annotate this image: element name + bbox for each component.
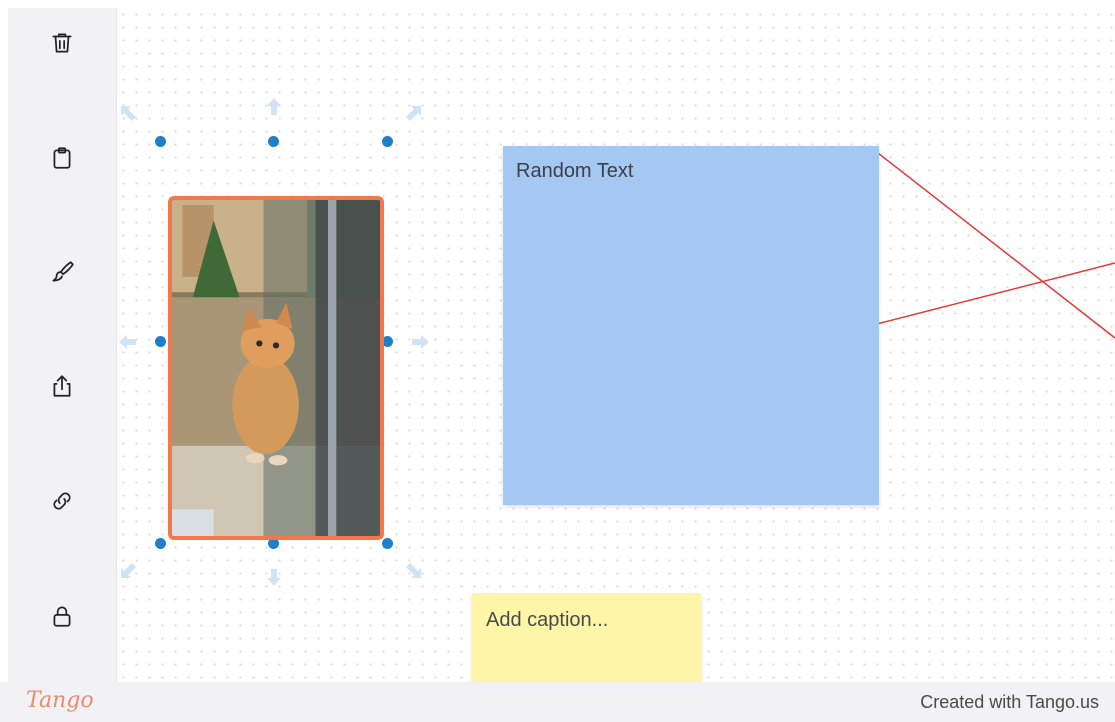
resize-handle-bottom-right[interactable]: [382, 538, 393, 549]
resize-handle-bottom-left[interactable]: [155, 538, 166, 549]
created-with-credit: Created with Tango.us: [920, 692, 1099, 712]
sticky-note-blue[interactable]: Random Text: [503, 146, 879, 505]
caption-placeholder[interactable]: Add caption...: [486, 609, 608, 632]
share-button[interactable]: [42, 366, 82, 406]
selected-image[interactable]: [168, 196, 384, 540]
resize-right-arrow-icon[interactable]: [409, 331, 431, 353]
connector-line: [868, 262, 1115, 327]
resize-down-left-arrow-icon[interactable]: [119, 558, 141, 580]
whiteboard-canvas[interactable]: Random Text Add caption...: [117, 8, 1115, 682]
delete-button[interactable]: [42, 23, 82, 63]
link-button[interactable]: [42, 481, 82, 521]
connector-line: [868, 145, 1115, 339]
lock-icon: [53, 606, 71, 627]
kitten-photo: [172, 200, 380, 536]
style-button[interactable]: [42, 252, 82, 292]
clipboard-button[interactable]: [42, 138, 82, 178]
footer-bar: Tango Created with Tango.us: [0, 682, 1115, 722]
resize-up-left-arrow-icon[interactable]: [119, 104, 141, 126]
tango-logo: Tango: [26, 688, 94, 713]
whiteboard-frame: Random Text Add caption...: [8, 8, 1115, 682]
lock-button[interactable]: [42, 596, 82, 636]
sticky-note-text[interactable]: Random Text: [516, 160, 633, 183]
resize-handle-left[interactable]: [155, 336, 166, 347]
resize-up-right-arrow-icon[interactable]: [401, 104, 423, 126]
resize-down-right-arrow-icon[interactable]: [401, 558, 423, 580]
tool-sidebar: [8, 8, 117, 682]
resize-handle-top-left[interactable]: [155, 136, 166, 147]
link-icon: [53, 492, 71, 510]
share-icon: [53, 375, 71, 397]
resize-handle-top-right[interactable]: [382, 136, 393, 147]
trash-icon: [52, 33, 72, 53]
resize-down-arrow-icon[interactable]: [263, 566, 285, 588]
clipboard-icon: [53, 147, 71, 169]
resize-handle-top[interactable]: [268, 136, 279, 147]
paintbrush-icon: [52, 261, 74, 282]
caption-note[interactable]: Add caption...: [472, 593, 701, 682]
resize-up-arrow-icon[interactable]: [263, 96, 285, 118]
resize-left-arrow-icon[interactable]: [117, 331, 139, 353]
